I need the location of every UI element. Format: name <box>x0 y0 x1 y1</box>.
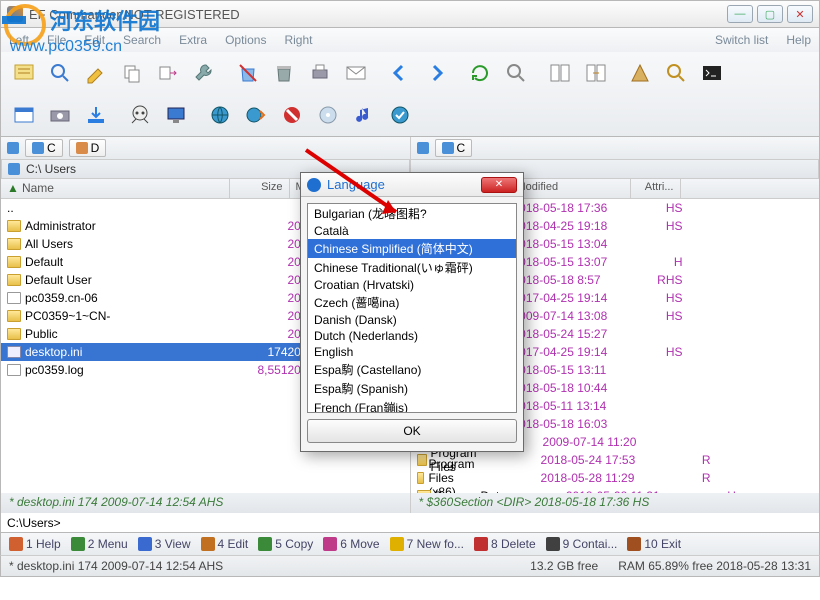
col-size[interactable]: Size <box>230 179 290 198</box>
tool-globe-arrow-icon[interactable] <box>239 98 273 132</box>
tool-globe-icon[interactable] <box>203 98 237 132</box>
fn-button[interactable]: 3 View <box>138 537 191 551</box>
language-item[interactable]: Dutch (Nederlands) <box>308 328 516 344</box>
minimize-button[interactable]: — <box>727 5 753 23</box>
tool-music-icon[interactable] <box>347 98 381 132</box>
tool-terminal-icon[interactable] <box>695 56 729 90</box>
status-right: * $360Section <DIR> 2018-05-18 17:36 HS <box>411 493 820 513</box>
maximize-button[interactable]: ▢ <box>757 5 783 23</box>
toolbar <box>0 52 820 137</box>
language-item[interactable]: Espa駒 (Spanish) <box>308 379 516 398</box>
fn-button[interactable]: 1 Help <box>9 537 61 551</box>
fn-button[interactable]: 4 Edit <box>201 537 249 551</box>
table-row[interactable]: Program Files (x86)2018-05-28 11:29R <box>411 469 820 487</box>
globe-icon <box>307 178 321 192</box>
drive-d-left[interactable]: D <box>69 139 107 157</box>
menu-left[interactable]: Left <box>9 33 29 47</box>
fn-button[interactable]: 6 Move <box>323 537 379 551</box>
tool-block-icon[interactable] <box>275 98 309 132</box>
tool-find-icon[interactable] <box>499 56 533 90</box>
language-item[interactable]: Danish (Dansk) <box>308 312 516 328</box>
bottom-status: * desktop.ini 174 2009-07-14 12:54 AHS 1… <box>0 555 820 577</box>
language-item[interactable]: Chinese Traditional(いゅ霜砰) <box>308 258 516 277</box>
tool-skull-icon[interactable] <box>123 98 157 132</box>
tool-wrench-icon[interactable] <box>187 56 221 90</box>
title-bar: EF Commander NOT REGISTERED — ▢ ✕ <box>0 0 820 28</box>
language-item[interactable]: English <box>308 344 516 360</box>
tool-pyramid-icon[interactable] <box>623 56 657 90</box>
language-dialog: Language ✕ Bulgarian (龙喀图耜?CatalàChinese… <box>300 172 524 452</box>
language-item[interactable]: Chinese Simplified (简体中文) <box>308 239 516 258</box>
tool-compare-icon[interactable] <box>579 56 613 90</box>
tool-mail-icon[interactable] <box>339 56 373 90</box>
windows-flag-icon <box>417 142 429 154</box>
language-item[interactable]: Croatian (Hrvatski) <box>308 277 516 293</box>
window-title: EF Commander NOT REGISTERED <box>29 7 240 22</box>
tool-reload-icon[interactable] <box>463 56 497 90</box>
drive-c-left[interactable]: C <box>25 139 63 157</box>
fn-button[interactable]: 2 Menu <box>71 537 128 551</box>
close-button[interactable]: ✕ <box>787 5 813 23</box>
drive-c-right[interactable]: C <box>435 139 473 157</box>
col-attr-r[interactable]: Attri... <box>631 179 681 198</box>
menu-options[interactable]: Options <box>225 33 266 47</box>
menu-bar: Left File Edit Search Extra Options Righ… <box>0 28 820 52</box>
status-row: * desktop.ini 174 2009-07-14 12:54 AHS *… <box>0 493 820 513</box>
tool-disc-icon[interactable] <box>311 98 345 132</box>
app-icon <box>7 6 23 22</box>
menu-edit[interactable]: Edit <box>84 33 105 47</box>
language-item[interactable]: French (Fran鏰is) <box>308 398 516 413</box>
dialog-close-button[interactable]: ✕ <box>481 177 517 193</box>
tool-camera-icon[interactable] <box>43 98 77 132</box>
tool-move-icon[interactable] <box>151 56 185 90</box>
language-item[interactable]: Espa駒 (Castellano) <box>308 360 516 379</box>
ok-button[interactable]: OK <box>307 419 517 443</box>
status-left: * desktop.ini 174 2009-07-14 12:54 AHS <box>1 493 411 513</box>
tool-edit-icon[interactable] <box>79 56 113 90</box>
fn-button[interactable]: 8 Delete <box>474 537 536 551</box>
bottom-free: 13.2 GB free <box>530 559 598 573</box>
bottom-ram: RAM 65.89% free 2018-05-28 13:31 <box>618 559 811 573</box>
language-item[interactable]: Czech (蔷噶ina) <box>308 293 516 312</box>
tool-print-icon[interactable] <box>303 56 337 90</box>
menu-file[interactable]: File <box>47 33 66 47</box>
tool-back-icon[interactable] <box>383 56 417 90</box>
command-line[interactable]: C:\Users> <box>0 513 820 533</box>
menu-help[interactable]: Help <box>786 33 811 47</box>
tool-split-icon[interactable] <box>543 56 577 90</box>
function-bar: 1 Help 2 Menu 3 View 4 Edit 5 Copy 6 Move 7 Ne… <box>0 533 820 555</box>
fn-button[interactable]: 9 Contai... <box>546 537 618 551</box>
tool-delete-icon[interactable] <box>231 56 265 90</box>
menu-switch-list[interactable]: Switch list <box>715 33 768 47</box>
drive-bar: C D C <box>0 137 820 159</box>
col-modified-r[interactable]: Modified <box>511 179 631 198</box>
windows-flag-icon <box>7 142 19 154</box>
tool-monitor-icon[interactable] <box>159 98 193 132</box>
tool-search-icon[interactable] <box>43 56 77 90</box>
menu-extra[interactable]: Extra <box>179 33 207 47</box>
fn-button[interactable]: 5 Copy <box>258 537 313 551</box>
col-name[interactable]: Name <box>22 181 54 195</box>
fn-button[interactable]: 7 New fo... <box>390 537 464 551</box>
fn-button[interactable]: 10 Exit <box>627 537 681 551</box>
menu-search[interactable]: Search <box>123 33 161 47</box>
tool-globe-check-icon[interactable] <box>383 98 417 132</box>
bottom-left: * desktop.ini 174 2009-07-14 12:54 AHS <box>9 559 223 573</box>
menu-right[interactable]: Right <box>284 33 312 47</box>
tool-window-icon[interactable] <box>7 98 41 132</box>
tool-copy-icon[interactable] <box>115 56 149 90</box>
tool-properties-icon[interactable] <box>659 56 693 90</box>
language-item[interactable]: Bulgarian (龙喀图耜? <box>308 204 516 223</box>
tool-trash-icon[interactable] <box>267 56 301 90</box>
tool-download-icon[interactable] <box>79 98 113 132</box>
tool-refresh-icon[interactable] <box>7 56 41 90</box>
tool-forward-icon[interactable] <box>419 56 453 90</box>
language-listbox[interactable]: Bulgarian (龙喀图耜?CatalàChinese Simplified… <box>307 203 517 413</box>
dialog-title: Language <box>327 177 385 192</box>
language-item[interactable]: Català <box>308 223 516 239</box>
